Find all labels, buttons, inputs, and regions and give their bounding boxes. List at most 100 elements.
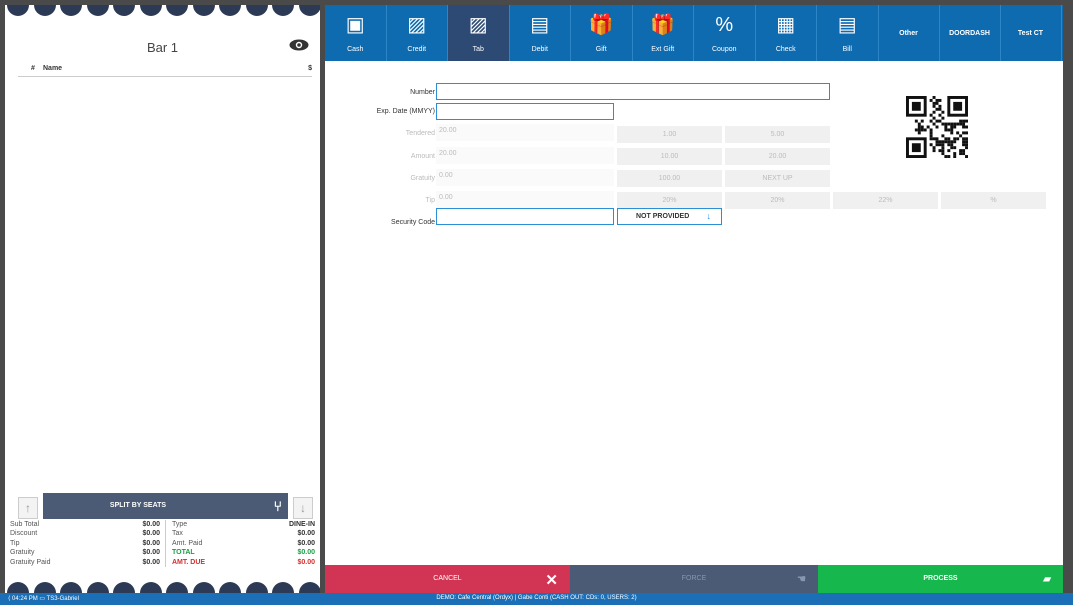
scallop [192,5,215,16]
amount-field[interactable]: 20.00 [436,147,614,164]
tab-label: Check [775,46,796,53]
totals-right: Type DINE-IN Tax $0.00 Amt. Paid $0.00 TOTAL $0… [165,520,315,568]
process-button[interactable]: PROCESS ▰ [818,565,1063,593]
totals-value: $0.00 [142,558,160,566]
scroll-up-button[interactable]: ↑ [18,497,38,519]
arrow-up-icon: ↑ [25,501,31,515]
ext-gift-icon: 🎁 [650,14,676,36]
quick-gratuity-1[interactable]: 100.00 [617,170,722,187]
gift-icon: 🎁 [588,14,614,36]
tab-coupon[interactable]: % Coupon [694,5,756,61]
quick-tip-3[interactable]: 22% [833,192,938,209]
number-label: Number [410,89,435,96]
scallop [166,5,188,16]
scallop [298,5,320,16]
scallop [60,5,82,16]
totals-value: $0.00 [142,530,160,538]
scallop [139,5,162,16]
tip-field[interactable]: 0.00 [436,191,614,208]
quick-tip-1[interactable]: 20% [617,192,722,209]
scallop [113,5,135,16]
totals-row: Amt. Paid $0.00 [172,539,315,548]
tab-ext-gift[interactable]: 🎁 Ext Gift [633,5,694,61]
totals-row: Gratuity Paid $0.00 [10,558,160,567]
tab-label: Credit [407,46,427,53]
not-provided-dropdown[interactable]: NOT PROVIDED ↓ [617,208,722,225]
tab-test-ct[interactable]: Test CT [1001,5,1062,61]
process-label: PROCESS [923,575,958,582]
tab-credit[interactable]: ▨ Credit [387,5,448,61]
tab-debit[interactable]: ▤ Debit [510,5,571,61]
totals-label: Tax [172,530,183,538]
force-label: FORCE [681,575,707,582]
quick-tendered-2[interactable]: 5.00 [725,126,830,143]
totals-row: Type DINE-IN [172,520,315,529]
tab-label: Tab [472,46,484,53]
card-number-input[interactable] [436,83,830,100]
gratuity-field[interactable]: 0.00 [436,169,614,186]
totals-row: Tip $0.00 [10,539,160,548]
scallop [245,5,268,16]
quick-gratuity-2[interactable]: NEXT UP [725,170,830,187]
money-hand-icon: ▰ [1043,574,1051,585]
tab-label: Cash [347,46,364,53]
totals-row: Tax $0.00 [172,529,315,538]
totals-row: Gratuity $0.00 [10,548,160,557]
check-icon: ▦ [776,14,796,36]
app-window: Bar 1 # Name $ ↑ SPLIT BY SEATS ⑂ ↓ Sub … [0,0,1073,605]
quick-tendered-1[interactable]: 1.00 [617,126,722,143]
scallop [86,582,109,593]
eye-icon[interactable] [289,39,309,51]
coupon-icon: % [715,14,734,36]
scallop [113,582,135,593]
tab-bill[interactable]: ▤ Bill [817,5,879,61]
totals-value: $0.00 [297,539,315,547]
security-code-input[interactable] [436,208,614,225]
close-icon: ✕ [545,572,558,589]
tab-label: DOORDASH [949,30,990,37]
arrow-down-icon: ↓ [706,211,712,221]
tab-tab[interactable]: ▨ Tab [448,5,510,61]
scallop [166,582,188,593]
scallop [219,5,241,16]
tab-label: Debit [531,46,548,53]
tab-doordash[interactable]: DOORDASH [940,5,1001,61]
quick-tip-4[interactable]: % [941,192,1046,209]
cancel-button[interactable]: CANCEL ✕ [325,565,570,593]
split-by-seats-button[interactable]: SPLIT BY SEATS ⑂ [43,493,288,519]
tab-check[interactable]: ▦ Check [756,5,817,61]
scallop [33,582,56,593]
exp-date-input[interactable] [436,103,614,120]
tab-label: Other [899,30,918,37]
totals-label: Sub Total [10,521,40,528]
arrow-down-icon: ↓ [300,501,306,515]
quick-amount-2[interactable]: 20.00 [725,148,830,165]
status-center: DEMO: Cafe Central (Ordyx) | Gabe Conti … [436,595,637,601]
exp-date-label: Exp. Date (MMYY) [376,108,435,115]
tab-label: Ext Gift [651,46,675,53]
totals-row: AMT. DUE $0.00 [172,558,315,567]
totals-left: Sub Total $0.00 Discount $0.00 Tip $0.00 Gratu… [10,520,160,567]
quick-amount-1[interactable]: 10.00 [617,148,722,165]
debit-card-icon: ▤ [530,14,550,36]
payment-panel: ▣ Cash ▨ Credit ▨ Tab ▤ Debit 🎁 Gift 🎁 Ext Gift% Cou… [325,5,1063,593]
tab-cash[interactable]: ▣ Cash [325,5,387,61]
receipt-top-edge [5,5,320,19]
hand-icon: ☚ [797,574,806,585]
bill-icon: ▤ [837,14,857,36]
scroll-down-button[interactable]: ↓ [293,497,313,519]
tendered-label: Tendered [405,130,435,137]
payment-type-tabs: ▣ Cash ▨ Credit ▨ Tab ▤ Debit 🎁 Gift 🎁 Ext Gift% Cou… [325,5,1063,61]
quick-tip-2[interactable]: 20% [725,192,830,209]
tab-other[interactable]: Other [879,5,940,61]
force-button[interactable]: FORCE ☚ [570,565,818,593]
tab-card-icon: ▨ [468,14,488,36]
totals-value: $0.00 [142,521,160,528]
scallop [139,582,162,593]
scallop [33,5,56,16]
tab-gift[interactable]: 🎁 Gift [571,5,633,61]
totals-value: $0.00 [297,530,315,538]
amount-label: Amount [410,153,435,160]
tendered-field[interactable]: 20.00 [436,124,614,141]
tab-label: Coupon [711,46,737,53]
